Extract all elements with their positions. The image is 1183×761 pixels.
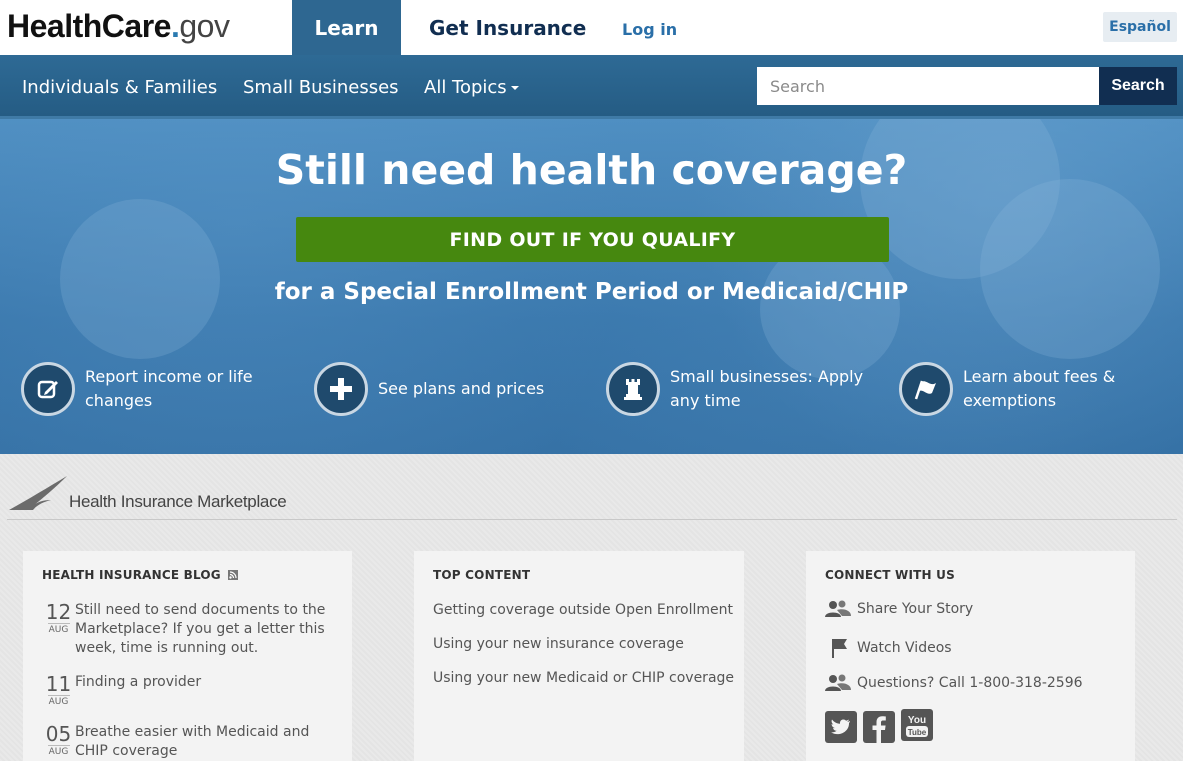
feature-label: Report income or life changes: [85, 365, 253, 413]
nav-item-label: All Topics: [424, 76, 507, 98]
feature-fees-exemptions[interactable]: Learn about fees & exemptions: [899, 362, 1115, 416]
feature-label-line2: exemptions: [963, 391, 1057, 410]
connect-item-label: Questions? Call 1-800-318-2596: [857, 675, 1083, 691]
blog-date: 05 AUG: [42, 723, 75, 761]
connect-title: CONNECT WITH US: [825, 568, 955, 582]
blog-date: 12 AUG: [42, 601, 75, 658]
people-icon: [825, 600, 851, 617]
hero-subtitle: for a Special Enrollment Period or Medic…: [274, 279, 909, 305]
connect-item-label: Share Your Story: [857, 601, 974, 617]
plus-icon: [314, 362, 368, 416]
watch-videos-link[interactable]: Watch Videos: [825, 637, 952, 659]
top-content-link[interactable]: Using your new Medicaid or CHIP coverage: [433, 670, 734, 686]
svg-text:You: You: [908, 715, 926, 726]
search-button[interactable]: Search: [1099, 67, 1177, 105]
edit-icon: [21, 362, 75, 416]
connect-panel: CONNECT WITH US Share Your Story Watch V…: [806, 551, 1135, 761]
top-content-link[interactable]: Getting coverage outside Open Enrollment: [433, 602, 733, 618]
blog-item[interactable]: 11 AUG Finding a provider: [42, 673, 330, 708]
blog-date-day: 11: [45, 672, 72, 696]
blog-date-month: AUG: [47, 695, 70, 707]
blog-item-link[interactable]: Finding a provider: [75, 673, 330, 708]
people-icon: [825, 674, 851, 691]
feature-label-line1: Small businesses: Apply: [670, 367, 864, 386]
twitter-icon[interactable]: [825, 711, 857, 743]
marketplace-logo-text: Health Insurance Marketplace: [69, 492, 287, 511]
feature-small-businesses[interactable]: Small businesses: Apply any time: [606, 362, 863, 416]
logo-text-healthcare: HealthCare: [7, 8, 171, 44]
divider: [7, 519, 1177, 520]
feature-report-income[interactable]: Report income or life changes: [21, 362, 253, 416]
hero-title: Still need health coverage?: [275, 146, 908, 194]
feature-label-line1: Report income or life: [85, 367, 253, 386]
top-content-link[interactable]: Using your new insurance coverage: [433, 636, 684, 652]
youtube-icon[interactable]: You Tube: [901, 709, 933, 741]
tab-get-insurance[interactable]: Get Insurance: [429, 0, 586, 55]
blog-item-link[interactable]: Breathe easier with Medicaid and CHIP co…: [75, 723, 315, 761]
feature-label-line2: any time: [670, 391, 741, 410]
lower-section: Health Insurance Marketplace HEALTH INSU…: [0, 454, 1183, 761]
blog-date-day: 05: [45, 722, 72, 746]
background-decoration: [980, 179, 1160, 359]
feature-see-plans[interactable]: See plans and prices: [314, 362, 544, 416]
feature-label-line2: changes: [85, 391, 153, 410]
search-input[interactable]: [757, 67, 1099, 105]
nav-item-individuals-families[interactable]: Individuals & Families: [22, 55, 217, 119]
main-nav: Individuals & Families Small Businesses …: [0, 55, 1183, 119]
blog-item[interactable]: 12 AUG Still need to send documents to th…: [42, 601, 330, 658]
rss-icon[interactable]: [228, 570, 239, 580]
login-link[interactable]: Log in: [622, 0, 677, 58]
top-content-panel: TOP CONTENT Getting coverage outside Ope…: [414, 551, 744, 761]
marketplace-logo: Health Insurance Marketplace: [7, 474, 287, 512]
nav-item-all-topics[interactable]: All Topics: [424, 55, 519, 119]
blog-panel-title: HEALTH INSURANCE BLOG: [42, 568, 239, 582]
nav-item-small-businesses[interactable]: Small Businesses: [243, 55, 399, 119]
facebook-icon[interactable]: [863, 711, 895, 743]
logo-text-gov: gov: [179, 8, 230, 44]
nav-item-label: Small Businesses: [243, 76, 399, 98]
blog-item-link[interactable]: Still need to send documents to the Mark…: [75, 601, 330, 658]
top-bar: HealthCare.gov Learn Get Insurance Log i…: [0, 0, 1183, 55]
blog-panel: HEALTH INSURANCE BLOG 12 AUG Still need t…: [23, 551, 352, 761]
flag-icon: [832, 639, 847, 658]
share-story-link[interactable]: Share Your Story: [825, 600, 973, 618]
blog-date-month: AUG: [47, 745, 70, 757]
questions-call-link[interactable]: Questions? Call 1-800-318-2596: [825, 674, 1083, 692]
feature-label-line1: Learn about fees &: [963, 367, 1116, 386]
feature-label: Learn about fees & exemptions: [963, 365, 1115, 413]
feature-label: Small businesses: Apply any time: [670, 365, 863, 413]
blog-title-text: HEALTH INSURANCE BLOG: [42, 568, 221, 582]
top-content-title: TOP CONTENT: [433, 568, 531, 582]
hero-banner: Still need health coverage? FIND OUT IF …: [0, 119, 1183, 454]
flag-icon: [899, 362, 953, 416]
connect-item-label: Watch Videos: [857, 640, 952, 656]
blog-item[interactable]: 05 AUG Breathe easier with Medicaid and C…: [42, 723, 315, 761]
blog-date: 11 AUG: [42, 673, 75, 708]
caret-down-icon: [510, 86, 519, 90]
healthcare-gov-logo[interactable]: HealthCare.gov: [7, 8, 230, 45]
chess-rook-icon: [606, 362, 660, 416]
tab-learn[interactable]: Learn: [292, 0, 401, 55]
marketplace-swoosh-icon: [9, 476, 67, 510]
language-toggle-button[interactable]: Español: [1103, 12, 1177, 42]
blog-date-day: 12: [45, 600, 72, 624]
blog-date-month: AUG: [47, 623, 70, 635]
feature-label: See plans and prices: [378, 379, 545, 398]
svg-text:Tube: Tube: [908, 728, 927, 737]
nav-item-label: Individuals & Families: [22, 76, 218, 98]
find-out-qualify-button[interactable]: FIND OUT IF YOU QUALIFY: [296, 217, 889, 262]
